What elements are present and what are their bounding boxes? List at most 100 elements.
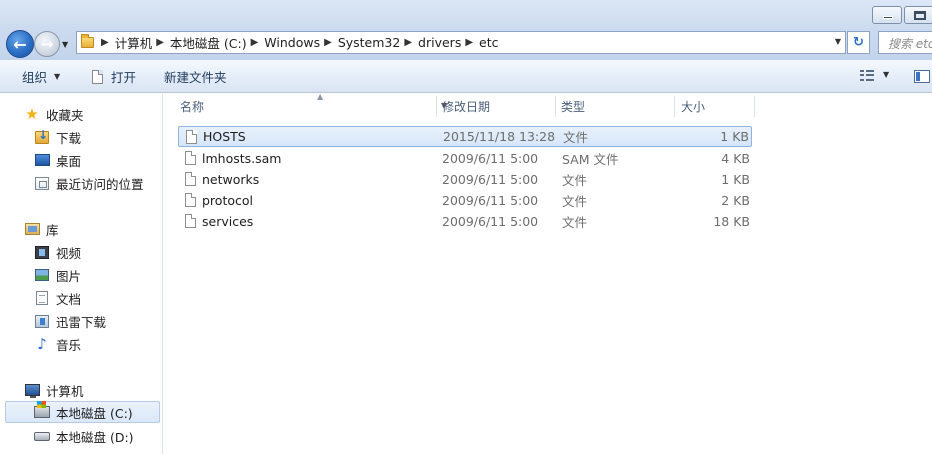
forward-button[interactable]: → (34, 31, 60, 57)
arrow-right-icon: → (40, 35, 54, 53)
sidebar-item-label: 迅雷下载 (56, 314, 107, 330)
file-date: 2009/6/11 5:00 (442, 172, 539, 187)
column-header-label: 名称 (180, 100, 205, 114)
maximize-icon (914, 11, 926, 20)
star-icon: ★ (25, 104, 39, 123)
sidebar-item-label: 收藏夹 (46, 107, 84, 123)
file-name: protocol (202, 193, 253, 208)
breadcrumb-drivers[interactable]: drivers (418, 35, 461, 50)
column-header-type[interactable]: 类型 (561, 94, 671, 119)
breadcrumb-system32[interactable]: System32 (338, 35, 401, 50)
file-row-hosts[interactable]: HOSTS 2015/11/18 13:28 文件 1 KB (178, 126, 752, 147)
sidebar-item-videos[interactable]: 视频 (34, 241, 81, 263)
file-row-protocol[interactable]: protocol 2009/6/11 5:00 文件 2 KB (178, 190, 752, 211)
sidebar-item-label: 最近访问的位置 (56, 176, 144, 192)
sidebar-item-desktop[interactable]: 桌面 (34, 149, 81, 171)
sidebar-item-downloads[interactable]: 下载 (34, 126, 81, 148)
search-input[interactable]: 搜索 etc (878, 31, 932, 54)
file-row-networks[interactable]: networks 2009/6/11 5:00 文件 1 KB (178, 169, 752, 190)
address-bar[interactable]: ▶ 计算机 ▶ 本地磁盘 (C:) ▶ Windows ▶ System32 ▶… (76, 31, 846, 54)
sort-ascending-icon: ▲ (317, 92, 324, 101)
command-toolbar: 组织 ▼ 打开 新建文件夹 (0, 60, 932, 93)
open-button[interactable]: 打开 (92, 60, 136, 93)
file-date: 2009/6/11 5:00 (442, 151, 539, 166)
file-icon (185, 151, 196, 165)
breadcrumb-separator-icon[interactable]: ▶ (247, 37, 265, 48)
file-type: 文件 (562, 194, 588, 209)
column-divider[interactable] (754, 96, 755, 117)
file-size: 4 KB (721, 151, 750, 166)
new-folder-label: 新建文件夹 (164, 70, 227, 85)
sidebar-item-drive-d[interactable]: 本地磁盘 (D:) (34, 425, 134, 447)
new-folder-button[interactable]: 新建文件夹 (164, 60, 227, 93)
arrow-left-icon: ← (13, 34, 27, 54)
breadcrumb-computer[interactable]: 计算机 (115, 33, 153, 52)
file-type: 文件 (562, 173, 588, 188)
file-icon (185, 193, 196, 207)
xunlei-download-icon (34, 313, 50, 329)
breadcrumb-separator-icon[interactable]: ▶ (152, 37, 170, 48)
file-size: 1 KB (721, 172, 750, 187)
file-row-lmhosts[interactable]: lmhosts.sam 2009/6/11 5:00 SAM 文件 4 KB (178, 148, 752, 169)
column-header-date[interactable]: 修改日期 (442, 94, 552, 119)
file-name: networks (202, 172, 260, 187)
sidebar-item-recent-places[interactable]: 最近访问的位置 (34, 172, 144, 194)
breadcrumb-etc[interactable]: etc (479, 35, 498, 50)
file-size: 18 KB (713, 214, 750, 229)
file-type: SAM 文件 (562, 152, 619, 167)
refresh-button[interactable]: ↻ (847, 31, 870, 54)
breadcrumb-separator-icon[interactable]: ▶ (97, 37, 115, 48)
sidebar-item-label: 视频 (56, 245, 82, 261)
organize-button[interactable]: 组织 ▼ (22, 60, 60, 93)
download-folder-icon (34, 129, 50, 145)
sidebar-item-music[interactable]: ♪ 音乐 (34, 333, 81, 355)
file-row-services[interactable]: services 2009/6/11 5:00 文件 18 KB (178, 211, 752, 232)
sidebar-item-documents[interactable]: 文档 (34, 287, 81, 309)
document-icon (92, 69, 103, 84)
view-dropdown-icon[interactable]: ▼ (883, 70, 889, 79)
column-divider[interactable] (555, 96, 556, 117)
sidebar-item-xunlei-downloads[interactable]: 迅雷下载 (34, 310, 106, 332)
address-dropdown-icon[interactable]: ▼ (835, 37, 841, 46)
minimize-icon (883, 16, 893, 19)
column-header-size[interactable]: 大小 (681, 94, 751, 119)
computer-icon (24, 382, 40, 398)
preview-pane-icon[interactable] (914, 70, 930, 83)
sidebar-item-computer[interactable]: 计算机 (24, 379, 84, 401)
picture-icon (34, 267, 50, 283)
breadcrumb-windows[interactable]: Windows (264, 35, 320, 50)
library-icon (24, 221, 40, 237)
sidebar-item-libraries[interactable]: 库 (24, 218, 59, 240)
open-label: 打开 (111, 70, 137, 85)
column-header-label: 大小 (681, 100, 706, 114)
column-divider[interactable] (674, 96, 675, 117)
column-header-name[interactable]: 名称 ▲ ▼ (180, 92, 447, 119)
hard-drive-icon (34, 428, 50, 444)
column-divider[interactable] (436, 96, 437, 117)
view-options-icon[interactable] (860, 70, 874, 82)
sidebar-item-drive-c[interactable]: 本地磁盘 (C:) (5, 401, 160, 423)
recent-places-icon (34, 175, 50, 191)
sidebar-item-label: 本地磁盘 (D:) (56, 429, 134, 445)
sidebar-item-favorites[interactable]: ★ 收藏夹 (24, 103, 84, 125)
recent-pages-dropdown[interactable]: ▼ (62, 40, 68, 49)
sidebar-item-pictures[interactable]: 图片 (34, 264, 81, 286)
breadcrumb-separator-icon[interactable]: ▶ (461, 37, 479, 48)
file-date: 2015/11/18 13:28 (443, 129, 556, 144)
navigation-pane: ★ 收藏夹 下载 桌面 最近访问的位置 库 视频 图片 文档 迅雷下载 ♪ 音乐… (0, 94, 163, 454)
file-type: 文件 (563, 130, 589, 145)
breadcrumb-drive-c[interactable]: 本地磁盘 (C:) (170, 33, 247, 52)
sidebar-item-label: 桌面 (56, 153, 82, 169)
video-icon (34, 244, 50, 260)
maximize-button[interactable] (904, 6, 932, 24)
minimize-button[interactable] (872, 6, 902, 24)
file-list-pane: 名称 ▲ ▼ 修改日期 类型 大小 HOSTS 2015/11/18 13:28… (164, 92, 932, 454)
music-note-icon: ♪ (37, 334, 47, 353)
file-size: 1 KB (720, 129, 749, 144)
file-name: HOSTS (203, 129, 246, 144)
column-header-label: 类型 (561, 100, 586, 114)
breadcrumb-separator-icon[interactable]: ▶ (400, 37, 418, 48)
sidebar-item-label: 音乐 (56, 337, 82, 353)
back-button[interactable]: ← (6, 30, 34, 58)
breadcrumb-separator-icon[interactable]: ▶ (320, 37, 338, 48)
